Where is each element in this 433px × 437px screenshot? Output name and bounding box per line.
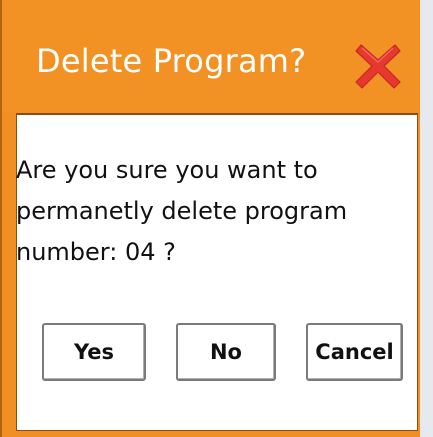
confirmation-message: Are you sure you want to permanetly dele… bbox=[16, 156, 348, 266]
cancel-button[interactable]: Cancel bbox=[306, 323, 403, 381]
dialog-title: Delete Program? bbox=[36, 42, 307, 80]
no-button[interactable]: No bbox=[176, 323, 276, 381]
close-x-icon bbox=[355, 44, 401, 89]
yes-button[interactable]: Yes bbox=[42, 323, 146, 381]
dialog-titlebar: Delete Program? bbox=[2, 0, 420, 112]
close-button[interactable] bbox=[352, 40, 404, 92]
screen-background: Delete Program? Are you sure you want to… bbox=[0, 0, 433, 437]
